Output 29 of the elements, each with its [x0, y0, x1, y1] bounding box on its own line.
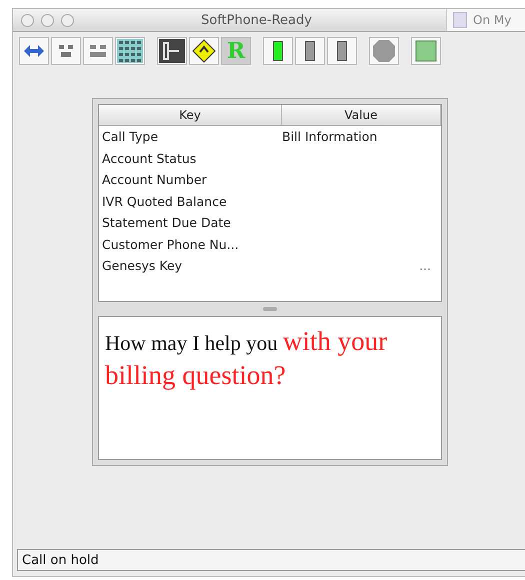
toolbar-button[interactable] — [189, 37, 219, 65]
toolbar-button[interactable] — [327, 37, 357, 65]
column-header[interactable]: Value — [282, 105, 441, 125]
arrow-icon — [23, 43, 45, 59]
table-cell-text: Statement Due Date — [101, 215, 232, 230]
table-cell-text: IVR Quoted Balance — [101, 194, 228, 209]
keypad-icon — [117, 39, 143, 63]
window-title: SoftPhone-Ready — [201, 12, 312, 28]
table-cell-text: Customer Phone Nu... — [101, 236, 240, 252]
toolbar-button[interactable] — [295, 37, 325, 65]
column-header[interactable]: Key — [99, 105, 282, 125]
stop-sign-icon — [372, 39, 396, 63]
toolbar-button[interactable] — [157, 37, 187, 65]
toolbar-button[interactable] — [19, 37, 49, 65]
document-icon — [453, 12, 467, 28]
splitter-handle[interactable] — [263, 307, 277, 311]
message-text: How may I help you with your billing question? — [105, 325, 388, 392]
table-cell-text: Account Status — [101, 150, 198, 166]
table-cell-text: Account Number — [101, 172, 208, 188]
toolbar-button[interactable] — [263, 37, 293, 65]
table-cell-text: Bill Information — [282, 129, 378, 144]
road-sign-icon — [192, 39, 216, 63]
table-cell-text: ... — [418, 258, 432, 274]
square-icon — [415, 40, 437, 62]
toolbar-button[interactable] — [115, 37, 145, 65]
table-cell-text: Call Type — [101, 129, 160, 144]
status-text: Call on hold — [21, 552, 99, 568]
table-cell-text: Genesys Key — [101, 258, 184, 274]
window-title: On My — [473, 13, 512, 27]
